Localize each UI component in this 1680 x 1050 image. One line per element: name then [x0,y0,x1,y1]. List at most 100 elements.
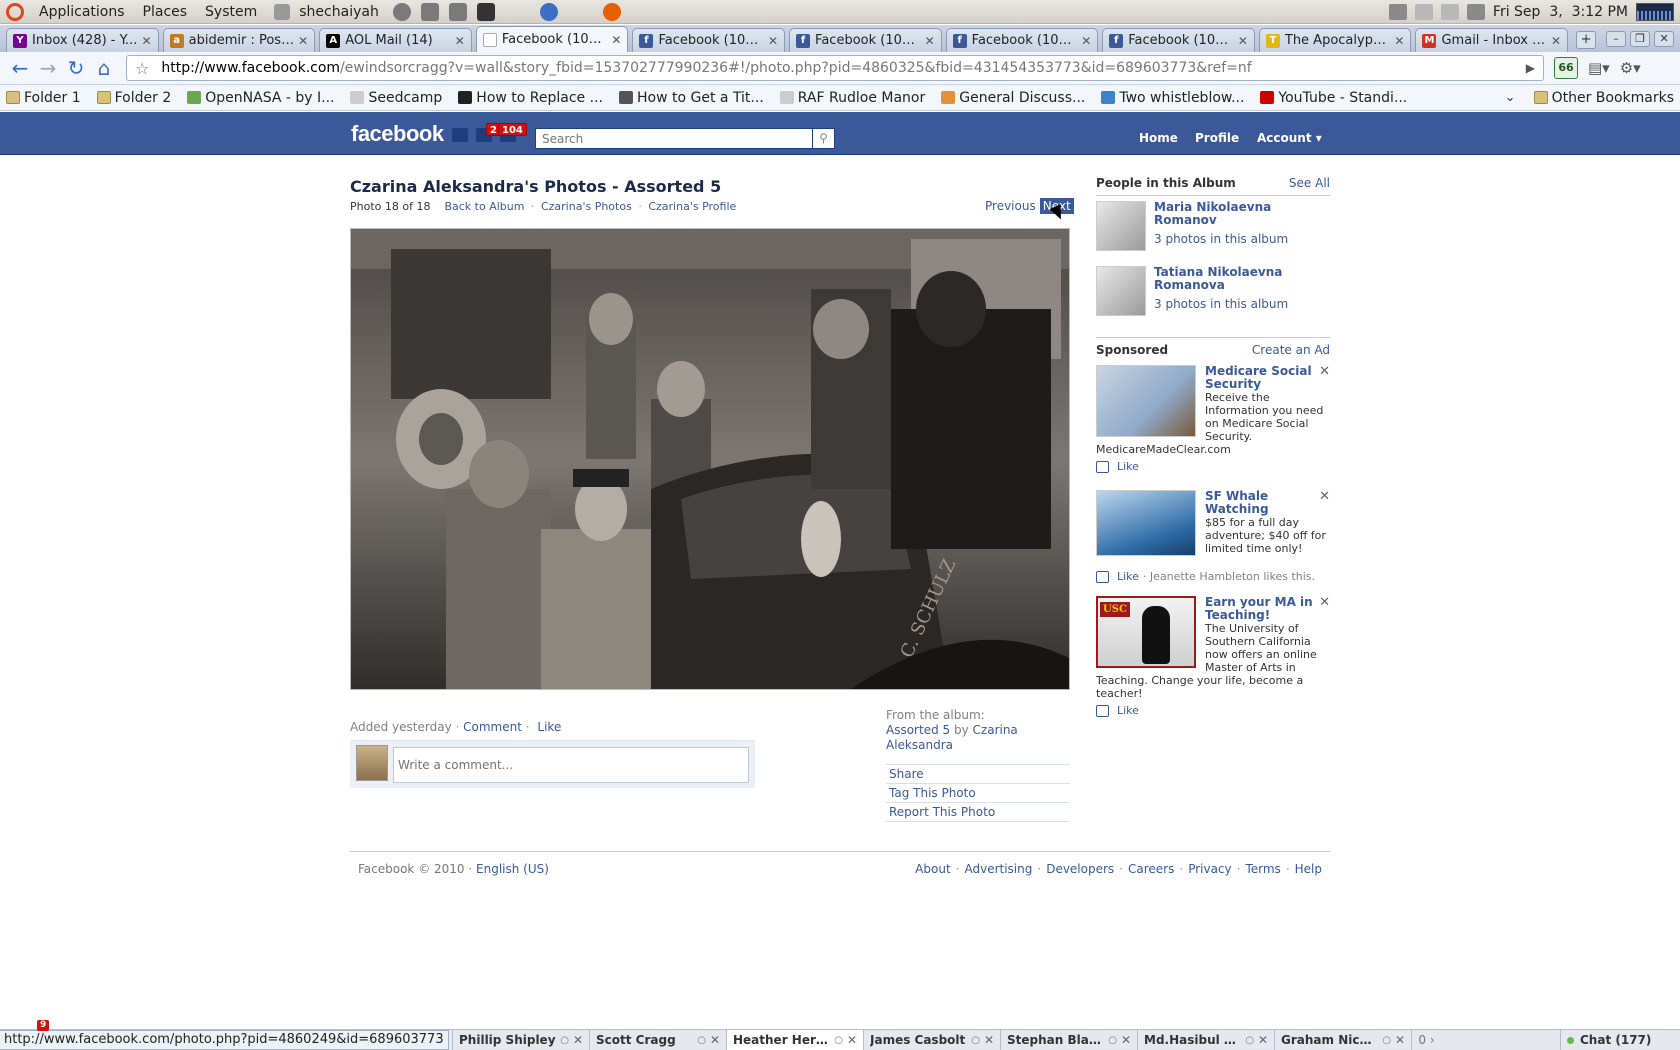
home-icon[interactable]: ⌂ [90,55,118,81]
chat-close-icon[interactable]: ✕ [573,1033,583,1047]
chat-tab[interactable]: Md.Hasibul Has... ○ ✕ [1137,1030,1274,1050]
tab-close-icon[interactable]: ✕ [1551,34,1561,48]
ad-like-link[interactable]: Like [1117,570,1139,583]
bookmark-item[interactable]: How to Get a Tit... [618,90,764,106]
report-photo-link[interactable]: Report This Photo [889,805,995,819]
chrome-launcher-icon[interactable] [539,2,558,21]
system-monitor-icon[interactable] [1636,2,1674,21]
network-launcher-icon[interactable] [448,2,467,21]
chat-tab[interactable]: Heather Herron...○ ✕ [726,1030,863,1050]
close-icon[interactable]: ✕ [1319,365,1330,378]
album-link[interactable]: Assorted 5 [886,723,950,737]
chat-close-icon[interactable]: ✕ [1395,1033,1405,1047]
tab-close-icon[interactable]: ✕ [1238,34,1248,48]
person-thumbnail[interactable] [1096,201,1146,251]
bookmark-item[interactable]: Seedcamp [350,90,442,106]
clock[interactable]: Fri Sep 3, 3:12 PM [1493,4,1628,20]
chat-tab[interactable]: Scott Cragg ○ ✕ [589,1030,726,1050]
chat-tab[interactable]: James Casbolt ○ ✕ [863,1030,1000,1050]
back-to-album-link[interactable]: Back to Album [444,200,524,213]
create-ad-link[interactable]: Create an Ad [1252,343,1330,357]
reload-icon[interactable]: ↻ [62,55,90,81]
tab-close-icon[interactable]: ✕ [611,33,621,47]
browser-tab[interactable]: f Facebook (106... ✕ [789,28,942,52]
mail-icon[interactable] [1440,3,1459,20]
minimize-icon[interactable]: – [1606,31,1627,47]
tab-close-icon[interactable]: ✕ [1081,34,1091,48]
settings-launcher-icon[interactable] [420,2,439,21]
chat-tab[interactable]: Graham Nicholson ○ ✕ [1274,1030,1411,1050]
ad-whale-watching[interactable]: ✕ SF Whale Watching $85 for a full day a… [1096,490,1330,583]
extension-button[interactable]: 66 [1554,57,1578,79]
browser-tab[interactable]: Facebook (106... ✕ [475,26,629,52]
printer-icon[interactable] [1466,3,1485,20]
browser-tab[interactable]: a abidemir : Post... ✕ [162,28,316,52]
bookmark-item[interactable]: Two whistleblow... [1101,90,1244,106]
tab-close-icon[interactable]: ✕ [455,34,465,48]
tag-photo-link[interactable]: Tag This Photo [889,786,976,800]
bookmark-item[interactable]: Folder 1 [6,90,81,106]
nav-account[interactable]: Account ▾ [1249,125,1330,151]
like-thumb-icon[interactable] [1096,704,1109,717]
bookmark-item[interactable]: Folder 2 [96,90,171,106]
go-arrow-icon[interactable]: ▶ [1526,61,1535,75]
browser-tab[interactable]: f Facebook (106... ✕ [945,28,1099,52]
chat-close-icon[interactable]: ✕ [1258,1033,1268,1047]
language-link[interactable]: English (US) [476,862,549,876]
forward-arrow-icon[interactable]: → [34,55,62,81]
comment-link[interactable]: Comment [463,720,522,734]
chat-close-icon[interactable]: ✕ [710,1033,720,1047]
footer-link-about[interactable]: About [915,862,950,876]
person-item[interactable]: Maria Nikolaevna Romanov 3 photos in thi… [1096,201,1330,253]
menu-applications[interactable]: Applications [30,4,134,20]
nav-home[interactable]: Home [1131,125,1186,151]
previous-link[interactable]: Previous [985,199,1036,213]
tab-close-icon[interactable]: ✕ [925,34,935,48]
browser-tab[interactable]: f Facebook (106)... ✕ [1102,28,1255,52]
person-name-link[interactable]: Maria Nikolaevna Romanov [1154,201,1330,227]
facebook-logo[interactable]: facebook [351,121,444,147]
other-bookmarks[interactable]: Other Bookmarks [1533,90,1674,106]
footer-link-help[interactable]: Help [1295,862,1322,876]
new-tab-icon[interactable]: + [1576,31,1597,49]
back-arrow-icon[interactable]: ← [6,55,34,81]
wrench-menu-icon[interactable]: ⚙▾ [1620,59,1641,77]
chat-tab[interactable]: Phillip Shipley ○ ✕ [452,1030,589,1050]
friend-requests-icon[interactable] [452,128,468,142]
tab-close-icon[interactable]: ✕ [768,34,778,48]
person-photo-count[interactable]: 3 photos in this album [1154,297,1288,311]
browser-tab[interactable]: M Gmail - Inbox (... ✕ [1415,28,1569,52]
ad-image[interactable] [1096,365,1196,437]
footer-link-privacy[interactable]: Privacy [1188,862,1231,876]
ubuntu-logo-icon[interactable] [6,2,24,21]
close-icon[interactable]: ✕ [1319,596,1330,609]
ad-like-link[interactable]: Like [1117,704,1139,717]
browser-tab[interactable]: f Facebook (105... ✕ [632,28,786,52]
browser-tab[interactable]: T The Apocalyps... ✕ [1258,28,1412,52]
person-thumbnail[interactable] [1096,266,1146,316]
volume-icon[interactable] [1414,3,1433,20]
bookmark-item[interactable]: YouTube - Standi... [1260,90,1407,106]
battery-icon[interactable] [1388,3,1407,20]
user-menu[interactable]: shechaiyah [295,4,388,20]
like-thumb-icon[interactable] [1096,570,1109,583]
like-thumb-icon[interactable] [1096,460,1109,473]
ad-image[interactable]: USC [1096,596,1196,668]
footer-link-careers[interactable]: Careers [1128,862,1174,876]
footer-link-advertising[interactable]: Advertising [964,862,1032,876]
close-window-icon[interactable]: ✕ [1654,31,1675,47]
bookmark-item[interactable]: OpenNASA - by I... [187,90,334,106]
nav-profile[interactable]: Profile [1187,125,1247,151]
tab-close-icon[interactable]: ✕ [298,34,308,48]
chat-close-icon[interactable]: ✕ [847,1033,857,1047]
chat-tab[interactable]: Stephan Blanke ○ ✕ [1000,1030,1137,1050]
menu-places[interactable]: Places [134,4,197,20]
tab-close-icon[interactable]: ✕ [142,34,152,48]
bookmark-star-icon[interactable]: ☆ [135,59,149,78]
ad-medicare[interactable]: ✕ Medicare Social Security Receive the I… [1096,365,1330,473]
like-link[interactable]: Like [537,720,561,734]
ad-image[interactable] [1096,490,1196,556]
terminal-launcher-icon[interactable] [476,2,495,21]
search-input[interactable] [535,128,813,149]
page-menu-icon[interactable]: ▤▾ [1588,59,1610,77]
